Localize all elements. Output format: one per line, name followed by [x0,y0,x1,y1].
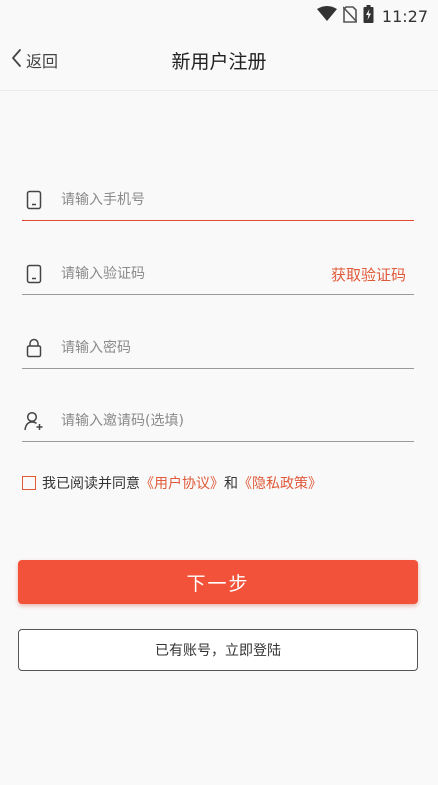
code-input[interactable] [59,265,331,283]
user-add-icon [23,410,45,432]
status-icons: 11:27 [316,5,428,27]
nav-bar: 返回 新用户注册 [0,30,438,91]
agreement-row: 我已阅读并同意 《用户协议》 和 《隐私政策》 [22,473,322,493]
code-field: 获取验证码 [22,254,414,295]
get-code-button[interactable]: 获取验证码 [331,264,406,285]
phone-field [22,180,414,221]
password-input[interactable] [59,339,414,357]
agreement-and: 和 [224,476,238,492]
agreement-prefix: 我已阅读并同意 [42,476,140,492]
back-button[interactable]: 返回 [10,48,58,72]
status-time: 11:27 [381,6,428,26]
phone-input[interactable] [59,191,414,209]
status-bar: 11:27 [0,0,438,30]
user-agreement-link[interactable]: 《用户协议》 [140,473,224,493]
no-sim-icon [342,5,358,27]
page-title: 新用户注册 [171,51,267,73]
lock-icon [23,337,45,359]
phone-icon [23,189,45,211]
password-field [22,328,414,369]
wifi-icon [316,6,337,26]
privacy-policy-link[interactable]: 《隐私政策》 [238,473,322,493]
next-button[interactable]: 下一步 [18,560,418,604]
back-label: 返回 [26,52,59,71]
agreement-checkbox[interactable] [22,476,36,490]
battery-charging-icon [363,5,374,27]
phone-icon [23,263,45,285]
invite-input[interactable] [59,412,414,430]
invite-field [22,401,414,442]
login-button[interactable]: 已有账号，立即登陆 [18,629,418,671]
chevron-left-icon [10,48,22,72]
